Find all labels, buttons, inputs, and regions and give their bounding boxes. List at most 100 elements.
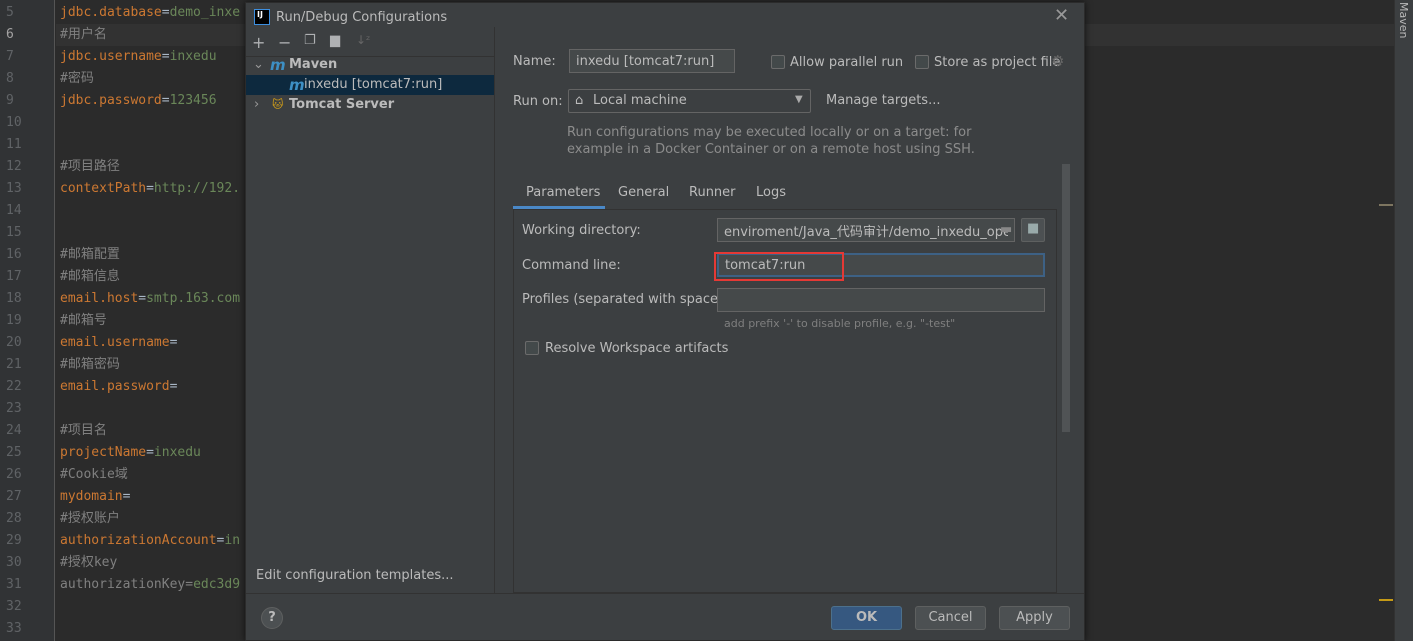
- sort-icon[interactable]: ↓ᶻ: [356, 33, 370, 47]
- line-number: 18: [6, 291, 22, 306]
- maven-icon: m: [289, 76, 305, 94]
- code-token: #项目名: [60, 423, 107, 438]
- add-icon[interactable]: +: [252, 33, 265, 52]
- browse-folder-button[interactable]: ■: [1021, 218, 1045, 242]
- line-number: 7: [6, 49, 14, 64]
- name-label: Name:: [513, 54, 556, 69]
- line-number: 31: [6, 577, 22, 592]
- config-tree-panel: + − ❐ ▆ ↓ᶻ ⌄ m Maven m inxedu [tomcat7:r…: [246, 27, 495, 593]
- code-line: #授权账户: [60, 508, 120, 530]
- tree-maven[interactable]: ⌄ m Maven: [246, 55, 494, 75]
- code-line: authorizationKey=edc3d9: [60, 574, 240, 596]
- line-number: 23: [6, 401, 22, 416]
- store-project-checkbox[interactable]: [915, 55, 929, 69]
- line-number: 12: [6, 159, 22, 174]
- maven-icon: m: [270, 56, 286, 74]
- tab-general[interactable]: General: [618, 185, 669, 200]
- code-line: #授权key: [60, 552, 117, 574]
- code-token: http://192.: [153, 181, 241, 196]
- workdir-input[interactable]: [717, 218, 1015, 242]
- run-on-hint: Run configurations may be executed local…: [567, 125, 972, 140]
- code-token: #项目路径: [60, 159, 120, 174]
- chevron-down-icon[interactable]: ⌄: [253, 55, 264, 75]
- code-token: inxedu: [153, 445, 201, 460]
- right-toolwindow-bar: Maven: [1394, 0, 1413, 641]
- line-number: 26: [6, 467, 22, 482]
- cmd-label: Command line:: [522, 258, 621, 273]
- tab-parameters[interactable]: Parameters: [526, 185, 600, 200]
- scrollbar[interactable]: [1062, 164, 1070, 432]
- code-token: =: [161, 93, 170, 108]
- close-icon[interactable]: ✕: [1054, 5, 1069, 26]
- name-input[interactable]: [569, 49, 735, 73]
- cancel-button[interactable]: Cancel: [915, 606, 986, 630]
- line-number: 33: [6, 621, 22, 636]
- folder-icon[interactable]: ▬: [1000, 222, 1012, 237]
- tab-runner[interactable]: Runner: [689, 185, 736, 200]
- edit-templates-link[interactable]: Edit configuration templates...: [256, 568, 454, 583]
- help-button[interactable]: ?: [261, 607, 283, 629]
- profiles-input[interactable]: [717, 288, 1045, 312]
- line-number: 25: [6, 445, 22, 460]
- new-folder-icon[interactable]: ▆: [330, 33, 340, 48]
- remove-icon[interactable]: −: [278, 33, 291, 52]
- line-number: 13: [6, 181, 22, 196]
- code-token: =: [146, 181, 154, 196]
- code-line: #邮箱配置: [60, 244, 120, 266]
- code-line: contextPath=http://192.: [60, 178, 240, 200]
- run-debug-dialog: IJ Run/Debug Configurations ✕ + − ❐ ▆ ↓ᶻ…: [245, 2, 1085, 641]
- code-token: inxedu: [169, 49, 217, 64]
- code-line: #邮箱号: [60, 310, 107, 332]
- code-line: #邮箱密码: [60, 354, 120, 376]
- code-line: email.password=: [60, 376, 177, 398]
- chevron-right-icon[interactable]: ›: [254, 95, 259, 115]
- store-project-label: Store as project file: [934, 55, 1061, 70]
- manage-targets-link[interactable]: Manage targets...: [826, 93, 940, 108]
- code-line: #密码: [60, 68, 94, 90]
- code-token: #密码: [60, 71, 94, 86]
- code-token: email.username: [60, 335, 170, 350]
- code-token: edc3d9: [193, 577, 241, 592]
- code-token: authorizationAccount: [60, 533, 217, 548]
- code-token: =: [185, 577, 194, 592]
- tab-logs[interactable]: Logs: [756, 185, 786, 200]
- code-token: #邮箱配置: [60, 247, 120, 262]
- line-number: 16: [6, 247, 22, 262]
- copy-icon[interactable]: ❐: [304, 33, 316, 48]
- line-number: 15: [6, 225, 22, 240]
- allow-parallel-checkbox[interactable]: [771, 55, 785, 69]
- code-token: jdbc.database: [60, 5, 162, 20]
- tree-item-inxedu[interactable]: m inxedu [tomcat7:run]: [246, 75, 494, 95]
- profiles-label: Profiles (separated with space):: [522, 292, 728, 307]
- tomcat-icon: 🐱: [272, 98, 284, 111]
- line-number: 14: [6, 203, 22, 218]
- run-on-label: Run on:: [513, 94, 563, 109]
- run-on-dropdown[interactable]: ⌂ Local machine ▼: [568, 89, 811, 113]
- code-token: #用户名: [60, 27, 107, 42]
- code-token: =: [169, 335, 178, 350]
- resolve-workspace-checkbox[interactable]: [525, 341, 539, 355]
- maven-toolwindow-tab[interactable]: Maven: [1397, 2, 1410, 38]
- code-line: email.username=: [60, 332, 177, 354]
- code-token: #Cookie域: [60, 467, 128, 482]
- intellij-logo-icon: IJ: [254, 9, 270, 25]
- line-number: 32: [6, 599, 22, 614]
- profiles-hint: add prefix '-' to disable profile, e.g. …: [724, 317, 956, 330]
- code-token: #授权key: [60, 555, 118, 570]
- line-number: 28: [6, 511, 22, 526]
- line-number: 10: [6, 115, 22, 130]
- tree-tomcat[interactable]: › 🐱 Tomcat Server: [246, 95, 494, 115]
- line-number: 17: [6, 269, 22, 284]
- line-number: 30: [6, 555, 22, 570]
- apply-button[interactable]: Apply: [999, 606, 1070, 630]
- highlight-box: [714, 252, 844, 281]
- ok-button[interactable]: OK: [831, 606, 902, 630]
- gear-icon[interactable]: ⚙: [1051, 52, 1064, 70]
- code-line: jdbc.password=123456: [60, 90, 217, 112]
- code-token: =: [161, 49, 170, 64]
- code-token: email.password: [60, 379, 170, 394]
- line-number: 21: [6, 357, 22, 372]
- code-line: mydomain=: [60, 486, 130, 508]
- line-number: 22: [6, 379, 22, 394]
- code-token: #邮箱号: [60, 313, 107, 328]
